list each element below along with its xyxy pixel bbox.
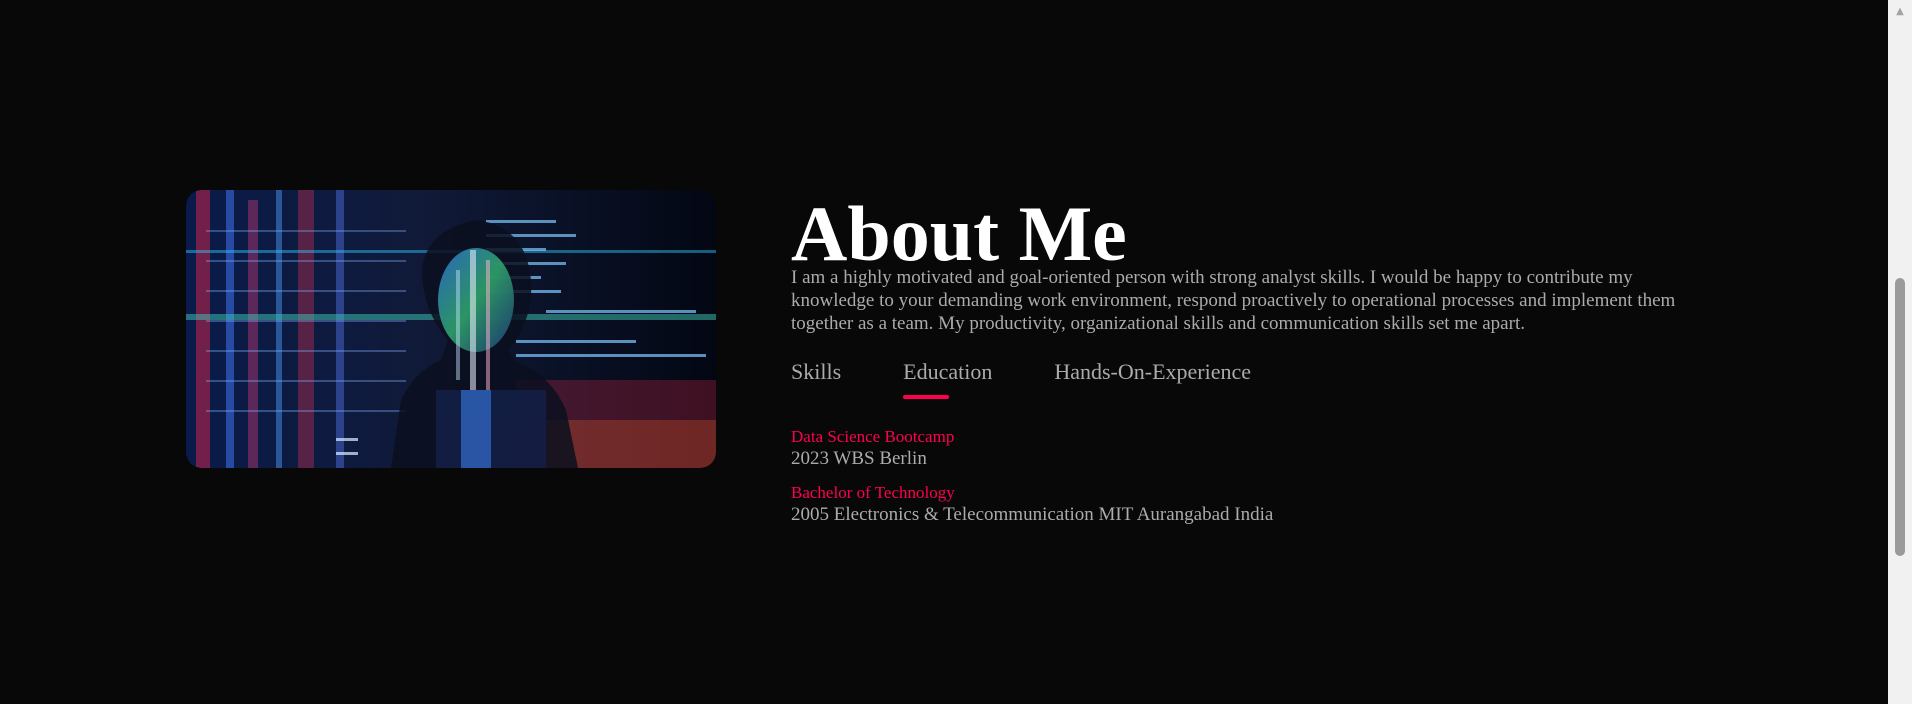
tab-education[interactable]: Education <box>903 359 992 405</box>
education-list: Data Science Bootcamp 2023 WBS Berlin Ba… <box>791 427 1691 527</box>
list-item: Bachelor of Technology 2005 Electronics … <box>791 483 1691 527</box>
vertical-scrollbar[interactable]: ▲ <box>1888 0 1912 704</box>
education-detail: 2023 WBS Berlin <box>791 448 927 469</box>
about-description: I am a highly motivated and goal-oriente… <box>791 267 1676 334</box>
page-title: About Me <box>791 190 1127 277</box>
profile-photo <box>186 190 716 468</box>
education-degree: Data Science Bootcamp <box>791 427 955 446</box>
scrollbar-thumb[interactable] <box>1895 278 1905 556</box>
education-detail: 2005 Electronics & Telecommunication MIT… <box>791 504 1274 525</box>
about-content: About Me I am a highly motivated and goa… <box>791 186 1691 539</box>
education-degree: Bachelor of Technology <box>791 483 955 502</box>
profile-photo-graphic <box>186 190 716 468</box>
about-section: About Me I am a highly motivated and goa… <box>0 0 1888 704</box>
tab-hands-on-experience[interactable]: Hands-On-Experience <box>1054 359 1251 405</box>
tab-skills[interactable]: Skills <box>791 359 841 405</box>
scroll-up-arrow-icon[interactable]: ▲ <box>1888 0 1912 24</box>
list-item: Data Science Bootcamp 2023 WBS Berlin <box>791 427 1691 471</box>
tab-bar: Skills Education Hands-On-Experience <box>791 359 1691 405</box>
